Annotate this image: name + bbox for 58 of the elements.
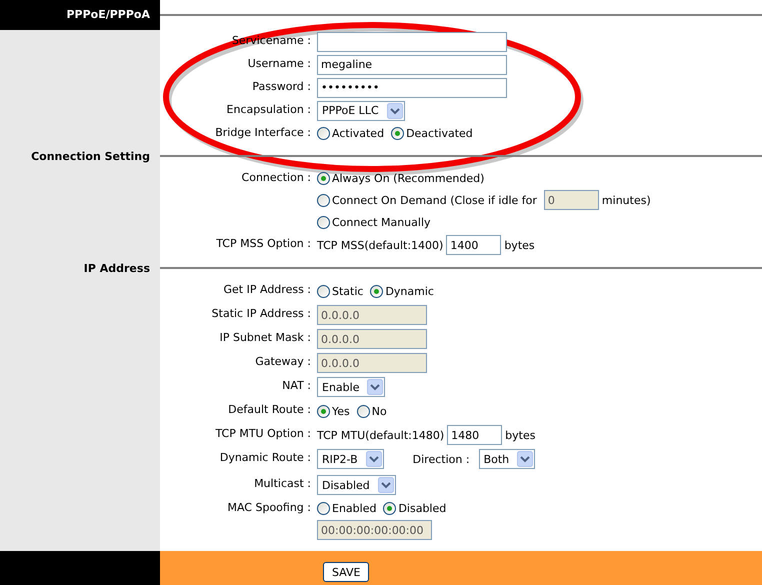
radio-button[interactable] — [317, 404, 330, 418]
radio-button[interactable] — [317, 216, 330, 228]
unit-label: bytes — [505, 428, 536, 442]
dropdown[interactable]: Both — [478, 449, 536, 469]
radio-button[interactable] — [356, 404, 370, 418]
field-label: NAT : — [282, 379, 311, 392]
radio-button[interactable] — [317, 194, 330, 206]
field-label: Static IP Address : — [212, 307, 311, 320]
field-label: Password : — [252, 80, 311, 93]
section-title: PPPoE/PPPoA — [0, 0, 160, 30]
radio-label: Activated — [332, 127, 384, 140]
section-title: IP Address — [82, 262, 151, 274]
field-label: Multicast : — [254, 477, 311, 490]
section-title: Connection Setting — [30, 150, 151, 162]
field-label: Connection : — [242, 171, 311, 184]
field-label: MAC Spoofing : — [227, 501, 311, 514]
radio-label: Connect On Demand (Close if idle for — [332, 194, 537, 206]
field-label: Username : — [248, 57, 311, 70]
field-label: Default Route : — [228, 403, 311, 416]
radio-label: Static — [332, 284, 364, 298]
unit-label: bytes — [504, 238, 535, 252]
radio-label: Always On (Recommended) — [332, 172, 484, 184]
radio-label: Deactivated — [406, 127, 473, 140]
dropdown[interactable]: RIP2-B — [317, 449, 384, 469]
radio-button[interactable] — [317, 502, 330, 514]
field-label: TCP MSS Option : — [216, 237, 311, 250]
radio-label: Disabled — [398, 502, 446, 514]
field-label: Get IP Address : — [224, 283, 311, 296]
field-label: TCP MTU Option : — [215, 427, 311, 440]
radio-button[interactable] — [370, 284, 384, 298]
radio-button[interactable] — [391, 127, 404, 140]
unit-label: minutes) — [602, 194, 651, 206]
dropdown[interactable]: Disabled — [317, 475, 396, 495]
save-button[interactable]: SAVE — [323, 562, 370, 582]
input-field[interactable] — [317, 32, 507, 52]
dropdown[interactable]: Enable — [317, 377, 386, 397]
radio-button[interactable] — [383, 502, 396, 514]
radio-button[interactable] — [317, 284, 330, 298]
field-label: IP Subnet Mask : — [220, 331, 311, 344]
radio-button[interactable] — [317, 127, 330, 140]
radio-button[interactable] — [317, 172, 330, 184]
radio-label: Enabled — [332, 502, 376, 514]
radio-label: Yes — [332, 404, 350, 418]
default-hint: TCP MSS(default:1400) — [317, 238, 444, 252]
radio-label: Connect Manually — [332, 216, 431, 228]
field-label: Gateway : — [255, 355, 311, 368]
input-field[interactable]: 1400 — [446, 235, 502, 255]
default-hint: TCP MTU(default:1480) — [317, 428, 444, 442]
field-label: Bridge Interface : — [215, 126, 311, 139]
radio-label: Dynamic — [385, 284, 434, 298]
radio-label: No — [372, 404, 387, 418]
input-field[interactable]: ••••••••• — [317, 78, 507, 98]
input-field[interactable]: 1480 — [447, 425, 502, 445]
field-label: Encapsulation : — [226, 103, 311, 116]
field-label: Direction : — [412, 452, 470, 466]
dropdown[interactable]: PPPoE LLC — [317, 100, 405, 120]
field-label: Dynamic Route : — [220, 451, 311, 464]
input-field[interactable]: megaline — [317, 54, 507, 74]
